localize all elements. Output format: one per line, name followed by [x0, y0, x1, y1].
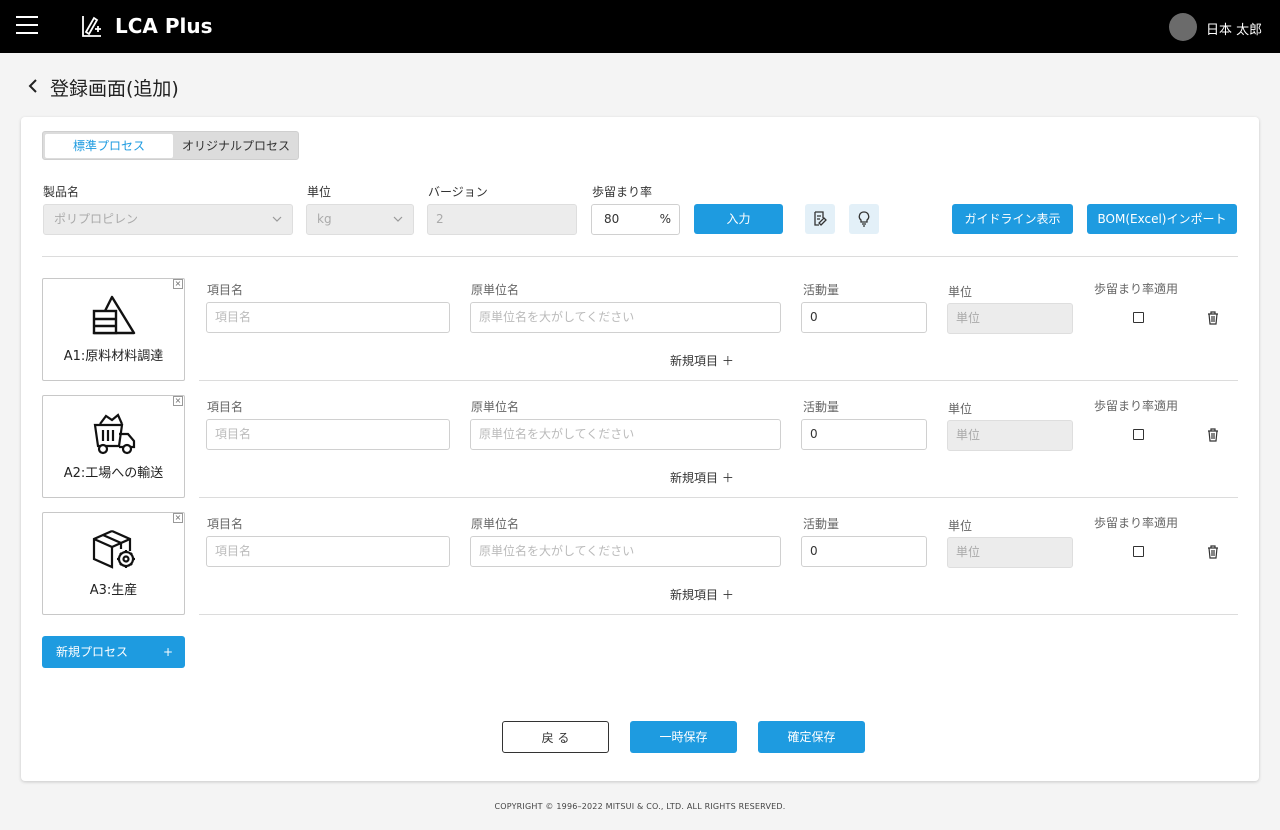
process-divider — [199, 380, 1238, 381]
unit-name-label: 原単位名 — [471, 517, 520, 531]
process-tile-a3[interactable]: × A3:生産 — [42, 512, 185, 615]
logo-icon — [82, 16, 101, 37]
version-field: 2 — [427, 204, 577, 235]
version-label: バージョン — [428, 185, 488, 199]
page-title: 登録画面(追加) — [50, 78, 179, 100]
plus-icon: + — [162, 645, 173, 659]
activity-label: 活動量 — [803, 283, 840, 297]
product-select[interactable]: ポリプロピレン — [43, 204, 293, 235]
truck-icon — [93, 413, 136, 455]
unit-name-label: 原単位名 — [471, 400, 520, 414]
process-divider — [199, 614, 1238, 615]
close-icon[interactable]: × — [173, 396, 183, 406]
top-bar: LCA Plus 日本 太郎 — [0, 0, 1280, 53]
close-icon[interactable]: × — [173, 513, 183, 523]
tab-original-process[interactable]: オリジナルプロセス — [175, 134, 297, 158]
chevron-down-icon — [393, 216, 403, 222]
unit-col-label: 単位 — [948, 285, 973, 299]
unit-col-field: 単位 — [947, 420, 1073, 451]
materials-icon — [92, 295, 136, 335]
unit-name-input[interactable]: 原単位名を大がしてください — [470, 536, 781, 567]
yield-apply-label: 歩留まり率適用 — [1094, 399, 1179, 413]
add-item-button[interactable]: 新規項目 ＋ — [670, 586, 734, 603]
yield-label: 歩留まり率 — [592, 185, 653, 199]
item-name-input[interactable]: 項目名 — [206, 302, 450, 333]
item-name-input[interactable]: 項目名 — [206, 536, 450, 567]
back-button[interactable]: 戻 る — [502, 721, 609, 753]
new-process-button[interactable]: 新規プロセス + — [42, 636, 185, 668]
yield-apply-checkbox[interactable] — [1133, 312, 1144, 323]
yield-value: 80 — [604, 212, 620, 226]
activity-input[interactable]: 0 — [801, 536, 927, 567]
back-chevron-icon[interactable] — [26, 77, 40, 95]
edit-note-button[interactable] — [805, 204, 835, 234]
guideline-button[interactable]: ガイドライン表示 — [952, 204, 1073, 234]
item-name-label: 項目名 — [207, 517, 244, 531]
yield-unit: % — [659, 212, 671, 226]
activity-label: 活動量 — [803, 517, 840, 531]
yield-apply-label: 歩留まり率適用 — [1094, 282, 1179, 296]
input-button[interactable]: 入力 — [694, 204, 783, 234]
unit-name-input[interactable]: 原単位名を大がしてください — [470, 302, 781, 333]
edit-note-icon — [814, 211, 827, 226]
activity-input[interactable]: 0 — [801, 419, 927, 450]
unit-select[interactable]: kg — [306, 204, 414, 235]
production-box-icon — [92, 529, 135, 569]
unit-value: kg — [317, 212, 332, 226]
unit-name-label: 原単位名 — [471, 283, 520, 297]
confirm-save-button[interactable]: 確定保存 — [758, 721, 865, 753]
unit-col-field: 単位 — [947, 537, 1073, 568]
add-item-button[interactable]: 新規項目 ＋ — [670, 469, 734, 486]
process-divider — [199, 497, 1238, 498]
app-title: LCA Plus — [115, 14, 213, 38]
item-name-input[interactable]: 項目名 — [206, 419, 450, 450]
unit-col-label: 単位 — [948, 402, 973, 416]
trash-icon[interactable] — [1207, 545, 1219, 559]
yield-apply-label: 歩留まり率適用 — [1094, 516, 1179, 530]
user-name[interactable]: 日本 太郎 — [1206, 19, 1262, 38]
yield-apply-checkbox[interactable] — [1133, 546, 1144, 557]
avatar[interactable] — [1169, 13, 1197, 41]
item-name-label: 項目名 — [207, 400, 244, 414]
activity-input[interactable]: 0 — [801, 302, 927, 333]
unit-name-input[interactable]: 原単位名を大がしてください — [470, 419, 781, 450]
chevron-down-icon — [272, 216, 282, 222]
copyright: COPYRIGHT © 1996–2022 MITSUI & CO., LTD.… — [494, 802, 786, 811]
trash-icon[interactable] — [1207, 428, 1219, 442]
temp-save-button[interactable]: 一時保存 — [630, 721, 737, 753]
tips-button[interactable] — [849, 204, 879, 234]
unit-col-label: 単位 — [948, 519, 973, 533]
process-name: A1:原料材料調達 — [63, 349, 164, 364]
section-divider — [42, 256, 1238, 257]
process-name: A2:工場への輸送 — [63, 466, 164, 481]
item-name-label: 項目名 — [207, 283, 244, 297]
trash-icon[interactable] — [1207, 311, 1219, 325]
unit-col-field: 単位 — [947, 303, 1073, 334]
add-item-button[interactable]: 新規項目 ＋ — [670, 352, 734, 369]
product-value: ポリプロピレン — [54, 212, 139, 226]
unit-label: 単位 — [307, 185, 332, 199]
lightbulb-icon — [858, 211, 870, 227]
tab-standard-process[interactable]: 標準プロセス — [45, 134, 173, 158]
process-name: A3:生産 — [89, 583, 138, 598]
process-tile-a2[interactable]: × A2:工場への輸送 — [42, 395, 185, 498]
process-type-toggle: 標準プロセス オリジナルプロセス — [42, 131, 299, 160]
close-icon[interactable]: × — [173, 279, 183, 289]
bom-import-button[interactable]: BOM(Excel)インポート — [1087, 204, 1237, 234]
yield-field[interactable]: 80 % — [591, 204, 680, 235]
yield-apply-checkbox[interactable] — [1133, 429, 1144, 440]
new-process-label: 新規プロセス — [56, 645, 129, 659]
product-label: 製品名 — [43, 185, 80, 199]
hamburger-menu-icon[interactable] — [16, 16, 38, 36]
activity-label: 活動量 — [803, 400, 840, 414]
process-tile-a1[interactable]: × A1:原料材料調達 — [42, 278, 185, 381]
